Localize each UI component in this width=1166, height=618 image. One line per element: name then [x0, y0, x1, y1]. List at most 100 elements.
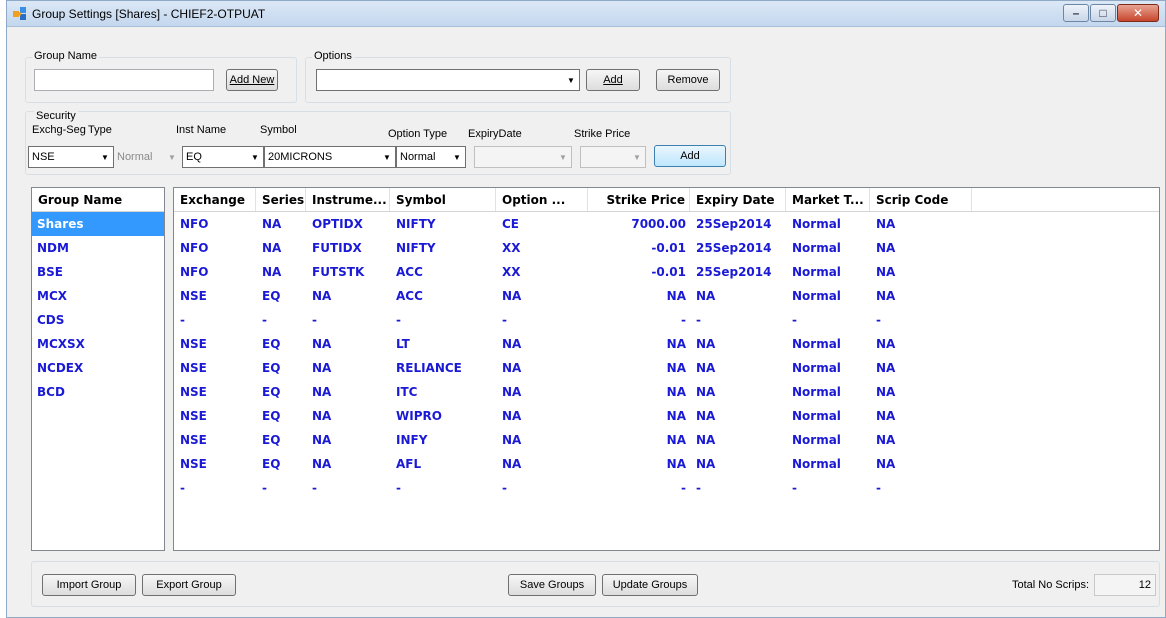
table-cell: CE — [502, 217, 520, 231]
group-list-item[interactable]: BSE — [32, 260, 164, 284]
inst-name-dropdown[interactable]: EQ ▼ — [182, 146, 264, 168]
scrip-grid[interactable]: Exchange Series Instrume... Symbol Option ..… — [173, 187, 1160, 551]
table-cell: NA — [876, 409, 896, 423]
scrip-grid-body: NFO NA OPTIDX NIFTY CE 7000.00 25Sep2014 Normal… — [174, 212, 1159, 500]
column-header[interactable]: Market T... — [786, 188, 870, 211]
column-header[interactable]: Option ... — [496, 188, 588, 211]
minimize-button[interactable]: – — [1063, 4, 1089, 22]
table-cell: NA — [312, 337, 332, 351]
table-cell: XX — [502, 265, 521, 279]
table-cell: EQ — [262, 337, 281, 351]
table-cell: NA — [502, 409, 522, 423]
table-cell: NA — [696, 409, 716, 423]
table-cell: Normal — [792, 217, 841, 231]
save-groups-button[interactable]: Save Groups — [508, 574, 596, 596]
table-row[interactable]: NSE EQ NA ACC NA NA NA Normal NA — [174, 284, 1159, 308]
table-cell: INFY — [396, 433, 428, 447]
column-header[interactable]: Strike Price — [588, 188, 690, 211]
group-list[interactable]: Group Name Shares NDM BSE MCX CDS MCXSX NCDEX B… — [31, 187, 165, 551]
column-header[interactable]: Exchange — [174, 188, 256, 211]
table-row[interactable]: NFO NA OPTIDX NIFTY CE 7000.00 25Sep2014 Normal… — [174, 212, 1159, 236]
table-cell: Normal — [792, 265, 841, 279]
exchg-seg-dropdown[interactable]: NSE ▼ — [28, 146, 114, 168]
group-list-item[interactable]: Shares — [32, 212, 164, 236]
options-remove-button[interactable]: Remove — [656, 69, 720, 91]
table-cell: XX — [502, 241, 521, 255]
column-header[interactable]: Series — [256, 188, 306, 211]
group-list-item[interactable]: CDS — [32, 308, 164, 332]
group-list-item[interactable]: NDM — [32, 236, 164, 260]
table-row[interactable]: NFO NA FUTIDX NIFTY XX -0.01 25Sep2014 Normal NA — [174, 236, 1159, 260]
table-row[interactable]: NSE EQ NA INFY NA NA NA Normal NA — [174, 428, 1159, 452]
table-cell: NA — [312, 433, 332, 447]
table-row[interactable]: NFO NA FUTSTK ACC XX -0.01 25Sep2014 Normal NA — [174, 260, 1159, 284]
group-name-input[interactable] — [34, 69, 214, 91]
column-header[interactable]: Instrume... — [306, 188, 390, 211]
column-header[interactable]: Expiry Date — [690, 188, 786, 211]
column-header[interactable]: Symbol — [390, 188, 496, 211]
strike-price-label: Strike Price — [574, 128, 631, 140]
strike-price-dropdown[interactable]: ▼ — [580, 146, 646, 168]
option-type-label: Option Type — [388, 128, 448, 140]
table-cell: NA — [876, 361, 896, 375]
group-list-item[interactable]: MCXSX — [32, 332, 164, 356]
export-group-button[interactable]: Export Group — [142, 574, 236, 596]
title-bar[interactable]: Group Settings [Shares] - CHIEF2-OTPUAT … — [7, 1, 1165, 27]
table-cell: NFO — [180, 241, 209, 255]
add-new-button[interactable]: Add New — [226, 69, 278, 91]
option-type-dropdown[interactable]: Normal ▼ — [396, 146, 466, 168]
column-header[interactable]: Scrip Code — [870, 188, 972, 211]
table-cell: NA — [262, 265, 282, 279]
group-settings-window: Group Settings [Shares] - CHIEF2-OTPUAT … — [6, 0, 1166, 618]
table-cell: - — [396, 481, 401, 495]
table-row[interactable]: NSE EQ NA LT NA NA NA Normal NA — [174, 332, 1159, 356]
table-cell: NA — [666, 337, 686, 351]
table-cell: - — [792, 313, 797, 327]
table-cell: NA — [876, 337, 896, 351]
table-cell: NA — [502, 433, 522, 447]
group-name-groupbox: Group Name Add New — [25, 50, 297, 103]
inst-name-label: Inst Name — [176, 124, 227, 136]
options-groupbox: Options ▼ Add Remove — [305, 50, 731, 103]
table-cell: EQ — [262, 433, 281, 447]
table-cell: NA — [696, 289, 716, 303]
options-dropdown[interactable]: ▼ — [316, 69, 580, 91]
security-add-button[interactable]: Add — [654, 145, 726, 167]
import-group-button[interactable]: Import Group — [42, 574, 136, 596]
table-cell: - — [681, 313, 686, 327]
window-controls: – □ ✕ — [1062, 4, 1159, 22]
table-cell: EQ — [262, 409, 281, 423]
table-row[interactable]: NSE EQ NA RELIANCE NA NA NA Normal NA — [174, 356, 1159, 380]
table-cell: FUTSTK — [312, 265, 365, 279]
security-legend: Security — [34, 110, 78, 122]
table-row[interactable]: NSE EQ NA WIPRO NA NA NA Normal NA — [174, 404, 1159, 428]
table-cell: - — [180, 313, 185, 327]
table-cell: Normal — [792, 385, 841, 399]
group-list-item[interactable]: BCD — [32, 380, 164, 404]
update-groups-button[interactable]: Update Groups — [602, 574, 698, 596]
group-list-item[interactable]: MCX — [32, 284, 164, 308]
total-scrips-value: 12 — [1094, 574, 1156, 596]
table-row[interactable]: NSE EQ NA ITC NA NA NA Normal NA — [174, 380, 1159, 404]
table-row[interactable]: --------- — [174, 308, 1159, 332]
close-icon: ✕ — [1132, 6, 1144, 20]
type-label: Type — [88, 124, 112, 136]
exchg-seg-label: Exchg-Seg — [32, 124, 86, 136]
options-add-button[interactable]: Add — [586, 69, 640, 91]
table-row[interactable]: NSE EQ NA AFL NA NA NA Normal NA — [174, 452, 1159, 476]
table-cell: NA — [312, 385, 332, 399]
table-cell: NA — [696, 337, 716, 351]
group-list-item[interactable]: NCDEX — [32, 356, 164, 380]
table-cell: NSE — [180, 361, 207, 375]
symbol-dropdown[interactable]: 20MICRONS ▼ — [264, 146, 396, 168]
expiry-date-dropdown[interactable]: ▼ — [474, 146, 572, 168]
type-dropdown[interactable]: Normal ▼ — [114, 146, 180, 168]
close-button[interactable]: ✕ — [1117, 4, 1159, 22]
table-cell: - — [876, 313, 881, 327]
maximize-button[interactable]: □ — [1090, 4, 1116, 22]
scrip-grid-header: Exchange Series Instrume... Symbol Option ..… — [174, 188, 1159, 212]
table-cell: Normal — [792, 241, 841, 255]
table-row[interactable]: --------- — [174, 476, 1159, 500]
table-cell: - — [792, 481, 797, 495]
table-cell: NA — [876, 289, 896, 303]
